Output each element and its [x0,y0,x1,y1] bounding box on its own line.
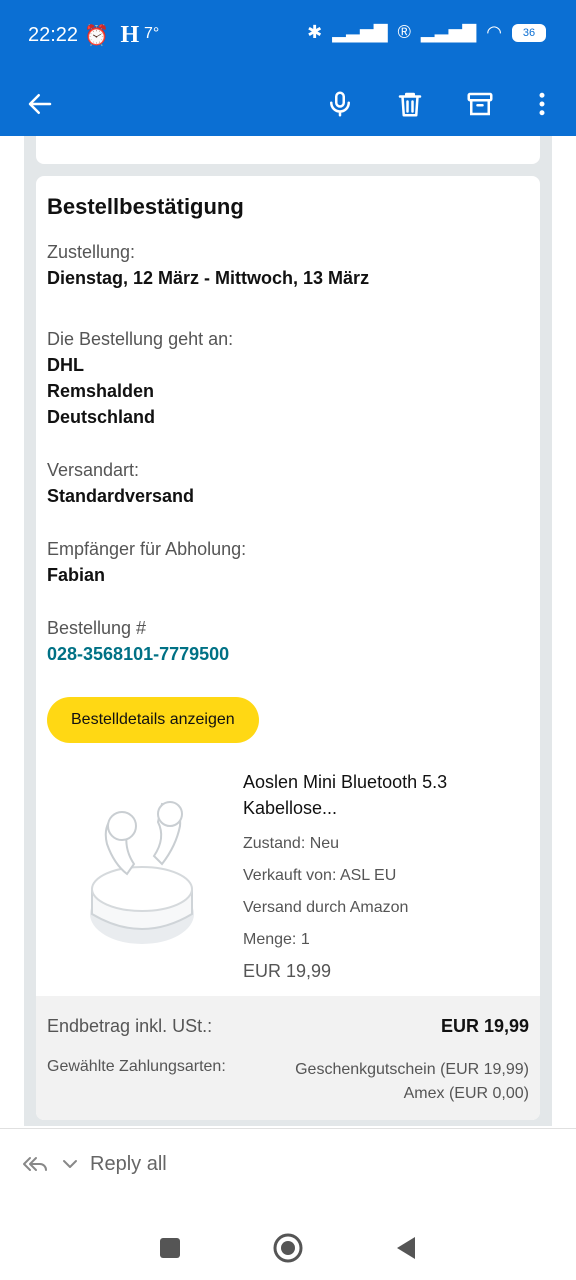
archive-icon [467,92,493,116]
delivery-label: Zustellung: [47,242,136,262]
order-summary: Endbetrag inkl. USt.: EUR 19,99 Gewählte… [36,996,540,1120]
archive-button[interactable] [458,82,502,126]
microphone-button[interactable] [318,82,362,126]
signal-icon: ▂▃▅▇ [332,22,388,42]
pickup-value: Fabian [47,565,106,585]
bottom-divider [0,1128,576,1129]
order-details-button[interactable]: Bestelldetails anzeigen [47,697,259,743]
status-time: 22:22 [28,24,79,46]
product-quantity: Menge: 1 [243,931,310,948]
previous-card [36,136,540,164]
more-vert-icon [539,92,545,116]
arrow-back-icon [28,94,52,114]
product-price: EUR 19,99 [243,961,332,981]
bluetooth-icon: ✱ [307,22,323,42]
recents-square-icon[interactable] [157,1235,183,1261]
status-left-icons: ⏰ H [84,22,139,49]
product-name-line-2[interactable]: Kabellose... [243,795,447,821]
product-shipping: Versand durch Amazon [243,899,409,916]
microphone-icon [330,91,350,117]
product-seller: Verkauft von: ASL EU [243,867,397,884]
order-number-link[interactable]: 028-3568101-7779500 [47,641,529,667]
reply-all-icon [23,1157,47,1171]
shipto-line-1: DHL [47,355,84,375]
payment-line-2: Amex (EUR 0,00) [403,1085,529,1102]
product-item[interactable]: Aoslen Mini Bluetooth 5.3 Kabellose... Z… [47,769,529,982]
pickup-label: Empfänger für Abholung: [47,539,247,559]
back-triangle-icon[interactable] [393,1235,419,1261]
shipping-label: Versandart: [47,460,140,480]
battery-icon: 36 [512,23,546,42]
reply-all-label[interactable]: Reply all [90,1153,167,1176]
wifi-icon: ◠ [486,22,502,42]
chevron-down-icon[interactable] [60,1154,80,1174]
trash-icon [398,92,422,117]
earbuds-image[interactable] [47,769,227,969]
system-navigation-bar [0,1216,576,1280]
alarm-off-icon: ⏰ [84,25,109,47]
product-condition: Zustand: Neu [243,835,340,852]
product-name-line-1[interactable]: Aoslen Mini Bluetooth 5.3 [243,769,447,795]
network-h-indicator: H [120,22,140,48]
status-bar: 22:22 ⏰ H 7° ✱ ▂▃▅▇ ® ▂▃▅▇ ◠ 36 [0,0,576,72]
back-button[interactable] [18,82,62,126]
status-right-icons: ✱ ▂▃▅▇ ® ▂▃▅▇ ◠ 36 [307,22,546,43]
order-number-label: Bestellung # [47,618,147,638]
registered-icon: ® [397,22,411,42]
order-title: Bestellbestätigung [47,194,244,219]
total-label: Endbetrag inkl. USt.: [47,1016,213,1036]
total-value: EUR 19,99 [440,1016,529,1036]
signal-2-icon: ▂▃▅▇ [420,22,477,42]
more-options-button[interactable] [520,82,564,126]
shipping-value: Standardversand [47,486,195,506]
payment-line-1: Geschenkgutschein (EUR 19,99) [295,1061,529,1078]
email-content[interactable]: Bestellbestätigung Zustellung: Dienstag,… [24,136,552,1126]
home-circle-icon[interactable] [271,1231,305,1265]
order-confirmation-card: Bestellbestätigung Zustellung: Dienstag,… [36,176,540,1120]
status-temperature: 7° [144,25,160,42]
delivery-value: Dienstag, 12 März - Mittwoch, 13 März [47,268,370,288]
shipto-label: Die Bestellung geht an: [47,329,234,349]
reply-all-button[interactable]: Reply all [20,1152,167,1176]
shipto-line-3: Deutschland [47,407,156,427]
app-bar [0,72,576,136]
delete-button[interactable] [388,82,432,126]
earbuds-icon [90,801,194,944]
payment-label: Gewählte Zahlungsarten: [47,1058,226,1075]
shipto-line-2: Remshalden [47,381,155,401]
